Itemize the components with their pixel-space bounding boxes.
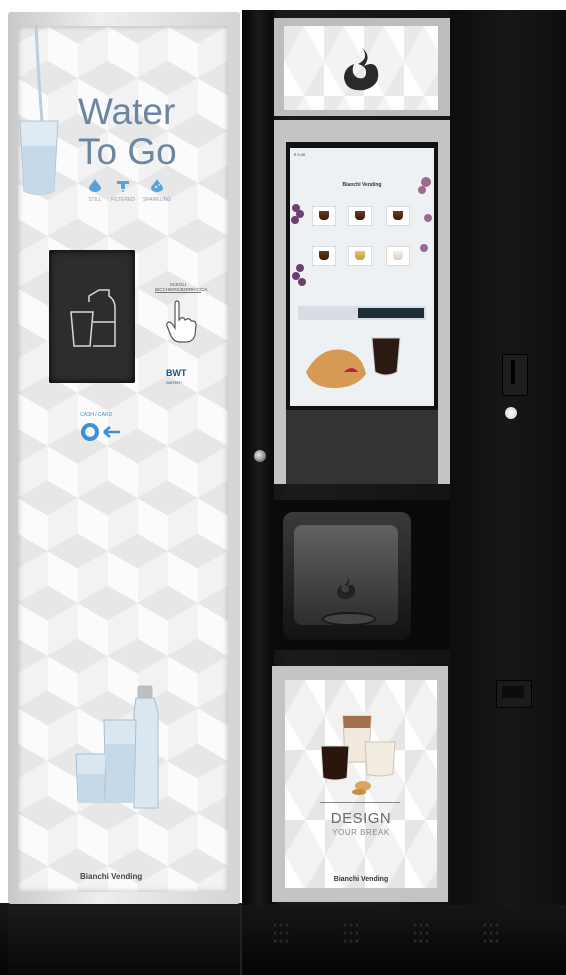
- water-option-label: SPARKLING: [142, 197, 172, 203]
- sugar-level-selector[interactable]: [358, 308, 424, 318]
- grille-group-1: [273, 923, 289, 943]
- milk-cup-icon: [393, 251, 403, 260]
- coin-return-opening: [502, 686, 524, 698]
- bwt-logo: BWT: [166, 368, 187, 378]
- arrow-left-icon: [103, 426, 120, 438]
- glasses-and-bottle-illustration: [75, 685, 159, 809]
- coin-slot-opening: [511, 360, 515, 384]
- bubbles-drop-icon: [151, 179, 163, 192]
- screen-brand-title: Bianchi Vending: [342, 182, 382, 188]
- product-tile[interactable]: [312, 206, 336, 226]
- flame-logo-icon: [337, 576, 356, 600]
- bianchi-vending-logo: Bianchi Vending: [80, 872, 143, 881]
- touch-instruction-text: SCEGLI BICCHIERE/BORRACCIA: [155, 282, 208, 293]
- mocha-cup-icon: [319, 251, 329, 260]
- water-title-line1: Water: [78, 91, 176, 132]
- water-option-sparkling[interactable]: SPARKLING: [140, 178, 174, 203]
- product-tile[interactable]: [312, 246, 336, 266]
- water-option-filtered[interactable]: FILTERED: [106, 178, 140, 203]
- cup-dispenser-recess: [294, 525, 398, 625]
- design-subtitle: YOUR BREAK: [332, 828, 390, 837]
- product-tile[interactable]: [386, 206, 410, 226]
- tap-icon: [117, 181, 129, 192]
- status-light: [505, 407, 517, 419]
- product-tile[interactable]: [348, 246, 372, 266]
- grapes-decoration: [291, 204, 306, 286]
- espresso-cup-icon: [319, 211, 329, 220]
- design-title: DESIGN: [330, 810, 392, 827]
- water-option-label: FILTERED: [111, 197, 135, 203]
- payment-arrow-indicator: [81, 423, 120, 441]
- screen-options-bar[interactable]: [298, 306, 426, 320]
- croissant-and-coffee-image: [306, 337, 401, 388]
- coin-slot[interactable]: [502, 354, 528, 396]
- product-tile[interactable]: [386, 246, 410, 266]
- ventilation-grille: [273, 923, 499, 943]
- touchscreen-lower-panel: [286, 410, 438, 484]
- water-dispense-area[interactable]: [49, 250, 135, 383]
- payment-label: CASH / CARD: [80, 412, 113, 418]
- screen-credit: € 0,40: [294, 152, 306, 157]
- hand-pointer-icon: [166, 300, 197, 343]
- touchscreen-display[interactable]: € 0,40 Bianchi Vending: [290, 148, 434, 406]
- logo-panel: [284, 26, 438, 110]
- water-pour-illustration: [19, 26, 59, 195]
- design-divider: [320, 802, 400, 803]
- cup-and-bottle-icon: [70, 289, 116, 347]
- bwt-logo-subtitle: WATER+: [166, 380, 183, 385]
- coffee-cups-illustration: [320, 715, 396, 795]
- water-cabinet-plinth: [8, 905, 242, 975]
- coffee-cup-icon: [355, 211, 365, 220]
- product-tile[interactable]: [348, 206, 372, 226]
- cup-rest-grid: [322, 612, 376, 626]
- cappuccino-cup-icon: [393, 211, 403, 220]
- water-to-go-title: Water To Go: [78, 92, 177, 172]
- payment-cabinet: [450, 10, 566, 905]
- water-title-line2: To Go: [78, 131, 177, 172]
- flowers-decoration: [418, 177, 432, 252]
- tea-cup-icon: [355, 251, 365, 260]
- flame-logo-icon: [344, 48, 379, 91]
- bianchi-vending-logo: Bianchi Vending: [333, 876, 389, 883]
- door-lock-knob[interactable]: [254, 450, 266, 462]
